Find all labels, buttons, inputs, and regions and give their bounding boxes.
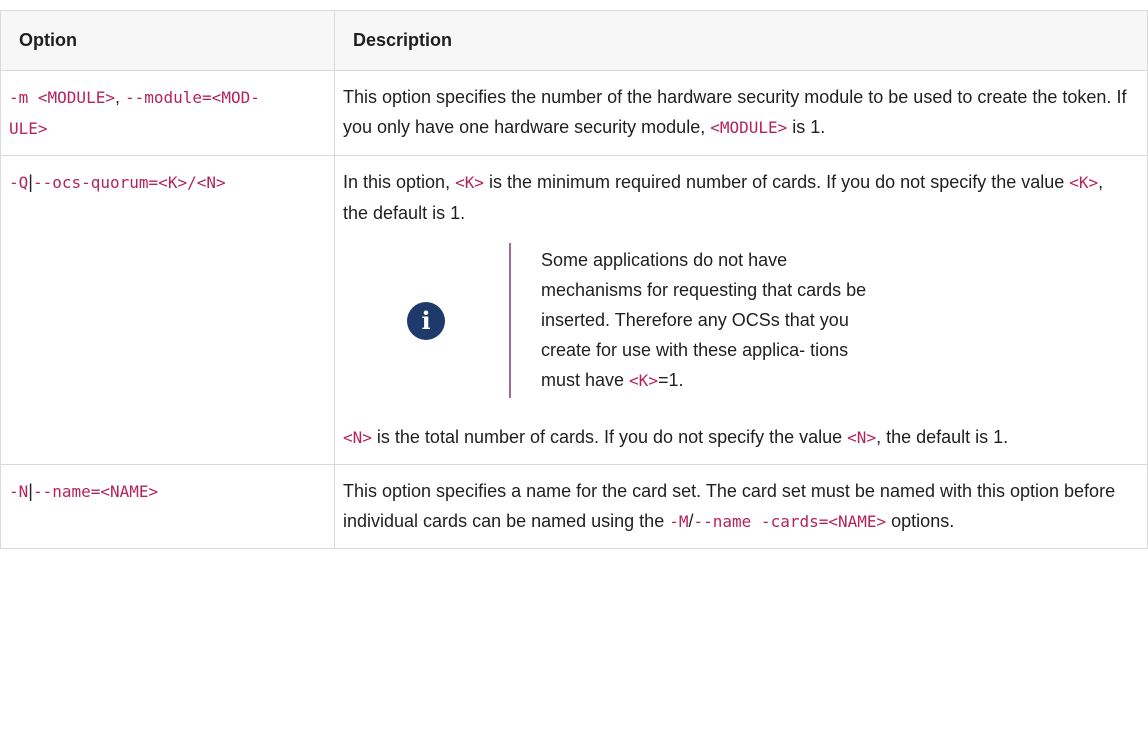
description-text: is the minimum required number of cards.… bbox=[483, 172, 1070, 192]
description-cell: In this option, <K> is the minimum requi… bbox=[334, 155, 1148, 465]
description-cell: This option specifies the number of the … bbox=[334, 70, 1148, 156]
description-paragraph: <N> is the total number of cards. If you… bbox=[343, 422, 1131, 453]
description-text: options. bbox=[886, 511, 955, 531]
inline-code: <N> bbox=[847, 428, 877, 447]
note-body: Some applications do not have mechanisms… bbox=[509, 243, 901, 398]
note-text: =1. bbox=[657, 370, 684, 390]
option-code: --ocs-quorum=<K>/<N> bbox=[32, 173, 226, 192]
inline-code: --name -cards=<NAME> bbox=[693, 512, 887, 531]
note-text: Some applications do not have mechanisms… bbox=[541, 250, 867, 390]
option-code: --module=<MOD- bbox=[124, 88, 260, 107]
option-code: -N bbox=[9, 482, 29, 501]
table-row: -m <MODULE>, --module=<MOD- ULE> This opt… bbox=[0, 70, 1148, 156]
inline-code: <MODULE> bbox=[710, 118, 788, 137]
description-text: is 1. bbox=[787, 117, 826, 137]
table-header-row: Option Description bbox=[0, 10, 1148, 71]
description-paragraph: In this option, <K> is the minimum requi… bbox=[343, 167, 1131, 228]
info-icon: i bbox=[407, 301, 445, 340]
note-icon-container: i bbox=[343, 301, 509, 340]
option-cell: -Q|--ocs-quorum=<K>/<N> bbox=[0, 155, 335, 465]
description-text: is the total number of cards. If you do … bbox=[371, 427, 848, 447]
option-separator: , bbox=[114, 87, 125, 107]
option-column-header: Option bbox=[0, 10, 335, 71]
description-cell: This option specifies a name for the car… bbox=[334, 464, 1148, 549]
option-code: --name=<NAME> bbox=[32, 482, 159, 501]
table-row: -Q|--ocs-quorum=<K>/<N> In this option, … bbox=[0, 155, 1148, 465]
option-cell: -N|--name=<NAME> bbox=[0, 464, 335, 549]
description-column-header: Description bbox=[334, 10, 1148, 71]
option-code: ULE> bbox=[9, 119, 48, 138]
options-table: Option Description -m <MODULE>, --module… bbox=[0, 10, 1148, 549]
note-paragraph: Some applications do not have mechanisms… bbox=[541, 245, 881, 396]
description-paragraph: This option specifies a name for the car… bbox=[343, 476, 1131, 537]
inline-code: <K> bbox=[629, 371, 658, 390]
option-cell: -m <MODULE>, --module=<MOD- ULE> bbox=[0, 70, 335, 156]
description-text: , the default is 1. bbox=[876, 427, 1009, 447]
description-paragraph: This option specifies the number of the … bbox=[343, 82, 1131, 143]
inline-code: -M bbox=[669, 512, 689, 531]
inline-code: <K> bbox=[455, 173, 484, 192]
option-code: -Q bbox=[9, 173, 29, 192]
inline-code: <N> bbox=[343, 428, 372, 447]
inline-code: <K> bbox=[1069, 173, 1099, 192]
table-row: -N|--name=<NAME> This option specifies a… bbox=[0, 464, 1148, 549]
note-admonition: i Some applications do not have mechanis… bbox=[343, 243, 1131, 398]
description-text: In this option, bbox=[343, 172, 456, 192]
option-code: -m <MODULE> bbox=[9, 88, 115, 107]
